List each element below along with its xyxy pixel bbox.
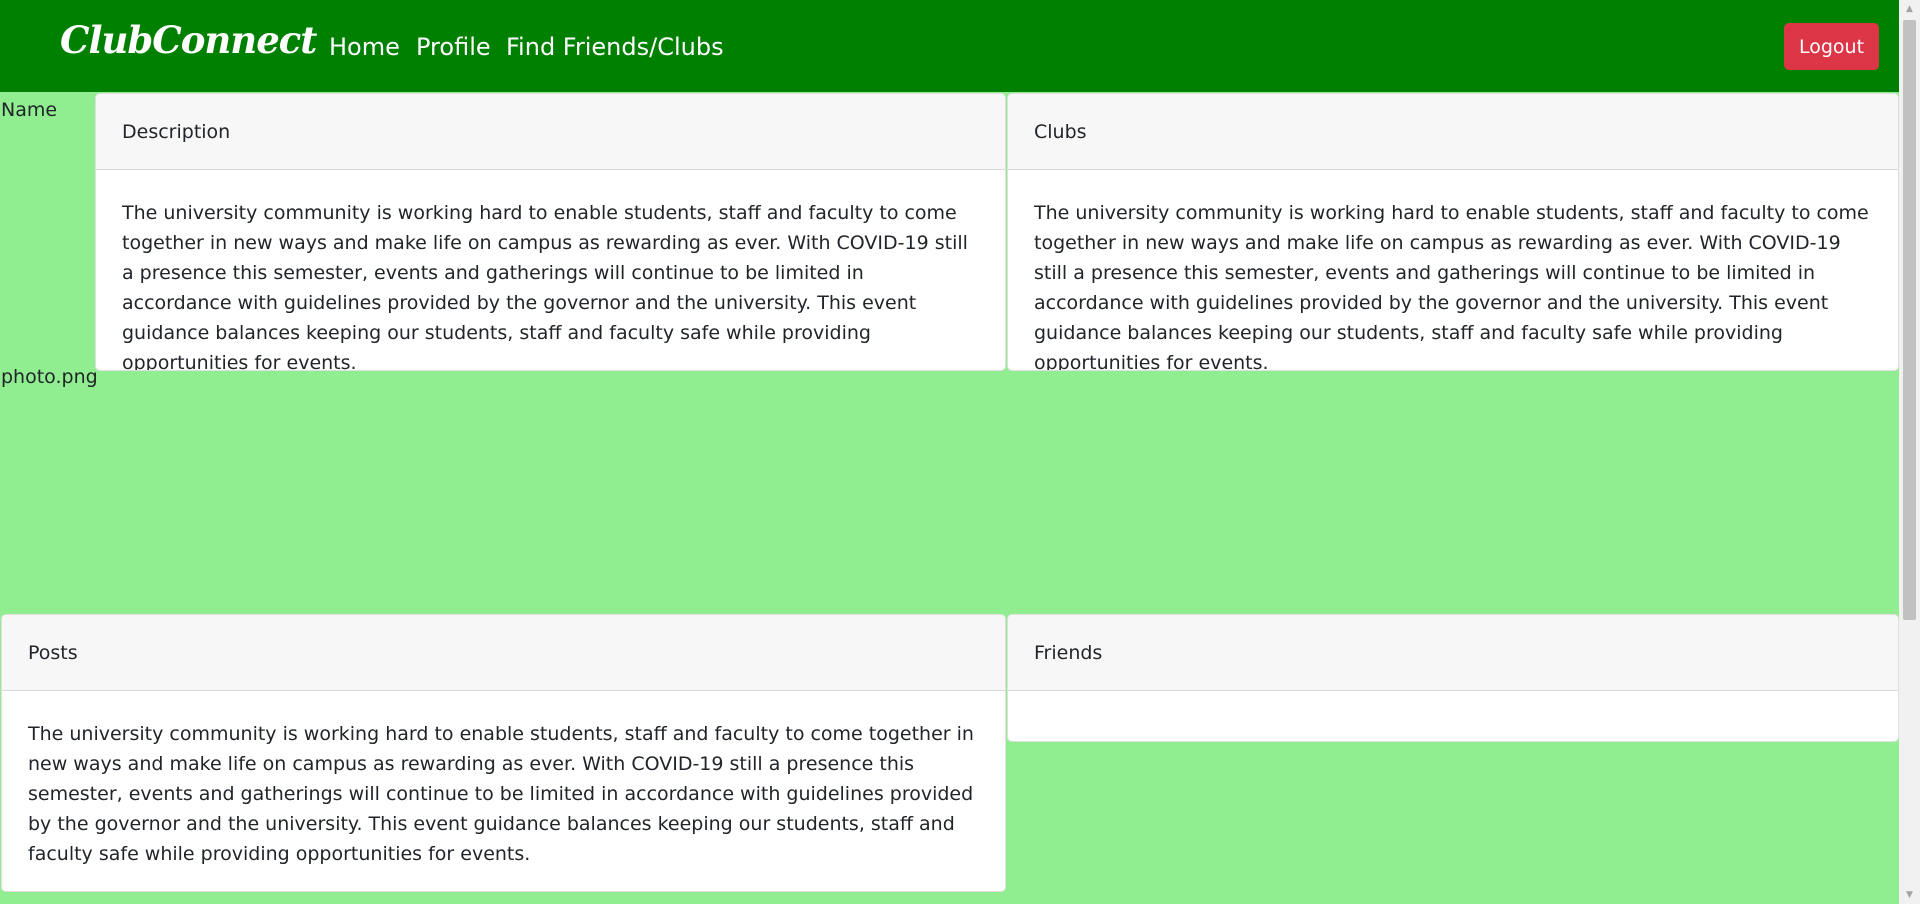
description-card-header: Description xyxy=(96,94,1005,170)
scrollbar-thumb[interactable] xyxy=(1903,20,1916,620)
posts-card: Posts The university community is workin… xyxy=(1,614,1006,892)
description-card-body: The university community is working hard… xyxy=(122,202,968,371)
clubs-card-body: The university community is working hard… xyxy=(1034,202,1869,371)
friends-card: Friends xyxy=(1007,614,1899,742)
clubs-card: Clubs The university community is workin… xyxy=(1007,93,1899,371)
profile-name-label: Name xyxy=(1,99,58,121)
nav-link-profile[interactable]: Profile xyxy=(416,33,491,61)
description-card: Description The university community is … xyxy=(95,93,1006,371)
friends-card-header: Friends xyxy=(1008,615,1898,691)
posts-card-body: The university community is working hard… xyxy=(28,723,974,865)
clubs-card-header: Clubs xyxy=(1008,94,1898,170)
logout-button[interactable]: Logout xyxy=(1784,23,1879,70)
brand-logo[interactable]: ClubConnect xyxy=(60,18,317,62)
profile-photo-alt-text: photo.png xyxy=(1,366,98,388)
top-navbar: ClubConnect Home Profile Find Friends/Cl… xyxy=(0,0,1899,92)
nav-link-home[interactable]: Home xyxy=(329,33,400,61)
profile-page: ClubConnect Home Profile Find Friends/Cl… xyxy=(0,0,1920,904)
nav-link-find-friends-clubs[interactable]: Find Friends/Clubs xyxy=(506,33,724,61)
scroll-up-arrow-icon[interactable]: ▲ xyxy=(1899,0,1920,18)
friends-card-body xyxy=(1008,691,1898,741)
scroll-down-arrow-icon[interactable]: ▼ xyxy=(1899,886,1920,904)
vertical-scrollbar[interactable]: ▲ ▼ xyxy=(1899,0,1920,904)
posts-card-header: Posts xyxy=(2,615,1005,691)
